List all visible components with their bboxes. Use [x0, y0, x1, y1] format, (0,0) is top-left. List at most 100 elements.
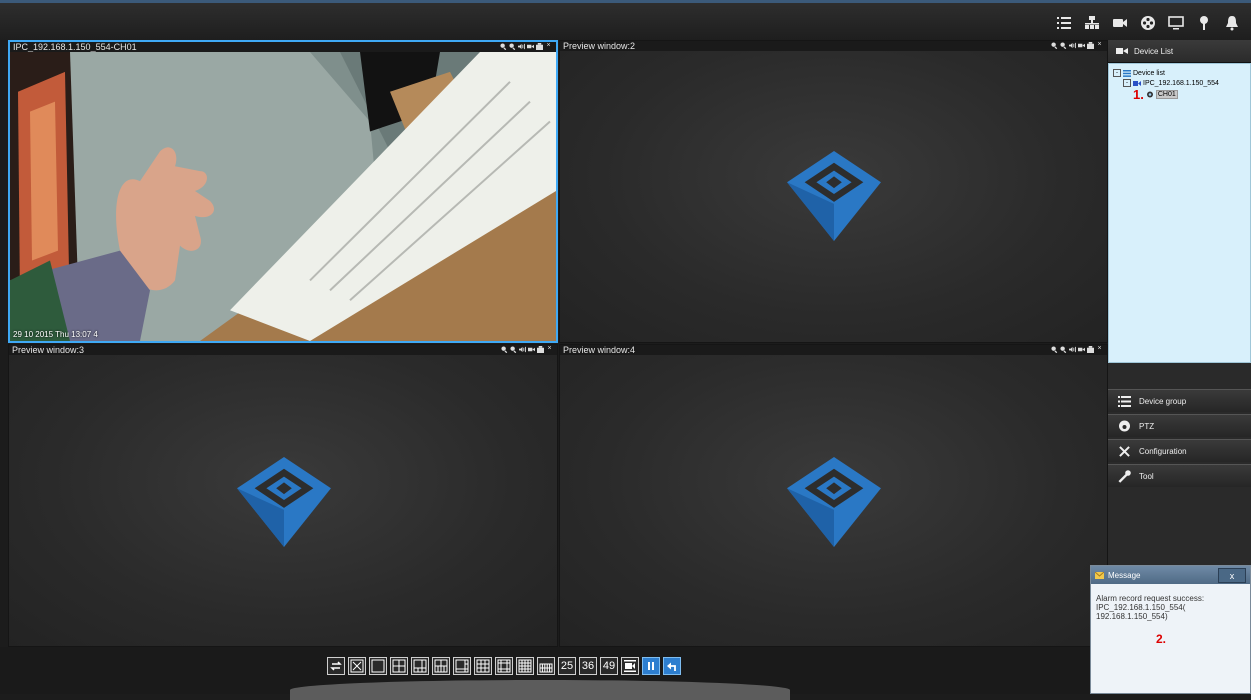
- tree-root[interactable]: - Device list: [1113, 68, 1250, 78]
- pane-title: Preview window:4: [560, 345, 1107, 355]
- snapshot-icon[interactable]: [536, 42, 543, 50]
- zoom-in-icon[interactable]: [501, 345, 508, 353]
- back-arrow-icon: [667, 662, 676, 671]
- message-line-1: Alarm record request success:: [1096, 594, 1205, 603]
- layout-36-button[interactable]: 36: [579, 657, 597, 675]
- device-group-button[interactable]: Device group: [1108, 389, 1251, 412]
- camera-icon[interactable]: [1109, 13, 1131, 33]
- layout-10-button[interactable]: [453, 657, 471, 675]
- zoom-out-icon[interactable]: [1060, 41, 1067, 49]
- preview-pane-2[interactable]: Preview window:2 ×: [559, 40, 1108, 343]
- device-list-header-label: Device List: [1134, 46, 1174, 56]
- cycle-button[interactable]: [327, 657, 345, 675]
- preview-pane-3[interactable]: Preview window:3 ×: [8, 344, 558, 647]
- camera-feed: 29 10 2015 Thu 13:07 4: [10, 52, 556, 341]
- annotation-marker: 1.: [1133, 86, 1144, 102]
- camera-icon: [1133, 80, 1141, 86]
- fullscreen-icon: [350, 659, 364, 673]
- list-icon[interactable]: [1053, 13, 1075, 33]
- alarm-bell-icon[interactable]: [1221, 13, 1243, 33]
- pane-title: IPC_192.168.1.150_554-CH01: [10, 42, 556, 52]
- layout-4-button[interactable]: [390, 657, 408, 675]
- snapshot-icon[interactable]: [1087, 345, 1094, 353]
- camera-icon: [1116, 48, 1128, 54]
- tools-icon: [1119, 445, 1130, 457]
- configuration-label: Configuration: [1139, 446, 1187, 456]
- film-reel-icon[interactable]: [1137, 13, 1159, 33]
- ptz-button[interactable]: PTZ: [1108, 414, 1251, 437]
- layout-8-button[interactable]: [432, 657, 450, 675]
- layout-1-icon: [371, 659, 385, 673]
- zoom-out-icon[interactable]: [510, 345, 517, 353]
- message-close-button[interactable]: x: [1218, 568, 1246, 583]
- video-camera-icon: [624, 660, 636, 672]
- record-icon[interactable]: [1078, 345, 1085, 353]
- tool-label: Tool: [1139, 471, 1154, 481]
- app-logo-icon: [785, 151, 883, 241]
- snapshot-icon[interactable]: [537, 345, 544, 353]
- audio-icon[interactable]: [1069, 41, 1076, 49]
- layout-49-button[interactable]: 49: [600, 657, 618, 675]
- layout-20-icon: [539, 663, 553, 673]
- zoom-out-icon[interactable]: [1060, 345, 1067, 353]
- close-icon[interactable]: ×: [546, 345, 553, 353]
- close-icon[interactable]: ×: [1096, 345, 1103, 353]
- record-icon[interactable]: [1078, 41, 1085, 49]
- audio-icon[interactable]: [1069, 345, 1076, 353]
- tree-channel-label: CH01: [1155, 89, 1178, 99]
- channel-camera-icon: [1146, 91, 1153, 97]
- layout-20-button[interactable]: [537, 657, 555, 675]
- message-title: Message: [1108, 570, 1141, 580]
- device-list-header[interactable]: Device List: [1108, 40, 1251, 63]
- record-icon[interactable]: [528, 345, 535, 353]
- message-line-2: IPC_192.168.1.150_554(: [1096, 603, 1186, 612]
- collapse-icon[interactable]: -: [1113, 69, 1121, 77]
- layout-9-button[interactable]: [474, 657, 492, 675]
- back-button[interactable]: [663, 657, 681, 675]
- preview-pane-4[interactable]: Preview window:4 ×: [559, 344, 1108, 647]
- close-icon[interactable]: ×: [1096, 41, 1103, 49]
- pause-icon: [648, 662, 654, 670]
- layout-6-button[interactable]: [411, 657, 429, 675]
- message-line-3: 192.168.1.150_554): [1096, 612, 1168, 621]
- fullscreen-button[interactable]: [348, 657, 366, 675]
- close-icon[interactable]: ×: [545, 42, 552, 50]
- layout-16-button[interactable]: [516, 657, 534, 675]
- record-icon[interactable]: [527, 42, 534, 50]
- list-icon: [1123, 69, 1131, 77]
- envelope-icon: [1095, 571, 1104, 579]
- tool-button[interactable]: Tool: [1108, 464, 1251, 487]
- layout-13-button[interactable]: [495, 657, 513, 675]
- configuration-button[interactable]: Configuration: [1108, 439, 1251, 462]
- map-pin-icon[interactable]: [1193, 13, 1215, 33]
- zoom-in-icon[interactable]: [1051, 345, 1058, 353]
- device-tree: - Device list - IPC_192.168.1.150_554 1.…: [1108, 63, 1251, 363]
- preview-pane-1[interactable]: IPC_192.168.1.150_554-CH01 × 29 10 2015 …: [8, 40, 558, 343]
- audio-icon[interactable]: [519, 345, 526, 353]
- cycle-icon: [330, 661, 342, 671]
- timestamp-osd: 29 10 2015 Thu 13:07 4: [13, 330, 98, 339]
- network-icon[interactable]: [1081, 13, 1103, 33]
- pane-title: Preview window:3: [9, 345, 557, 355]
- zoom-out-icon[interactable]: [509, 42, 516, 50]
- tree-channel[interactable]: 1. CH01: [1113, 86, 1250, 102]
- collapse-icon[interactable]: -: [1123, 79, 1131, 87]
- pause-button[interactable]: [642, 657, 660, 675]
- wrench-icon: [1118, 469, 1131, 483]
- record-all-button[interactable]: [621, 657, 639, 675]
- ptz-camera-icon: [1119, 420, 1130, 431]
- zoom-in-icon[interactable]: [500, 42, 507, 50]
- zoom-in-icon[interactable]: [1051, 41, 1058, 49]
- layout-9-icon: [476, 659, 490, 673]
- app-logo-icon: [235, 457, 333, 547]
- annotation-marker: 2.: [1156, 632, 1167, 646]
- top-toolbar: [0, 0, 1251, 40]
- tree-device-label: IPC_192.168.1.150_554: [1143, 79, 1219, 87]
- layout-25-button[interactable]: 25: [558, 657, 576, 675]
- snapshot-icon[interactable]: [1087, 41, 1094, 49]
- list-icon: [1118, 395, 1131, 407]
- layout-1-button[interactable]: [369, 657, 387, 675]
- monitor-icon[interactable]: [1165, 13, 1187, 33]
- pane-title: Preview window:2: [560, 41, 1107, 51]
- audio-icon[interactable]: [518, 42, 525, 50]
